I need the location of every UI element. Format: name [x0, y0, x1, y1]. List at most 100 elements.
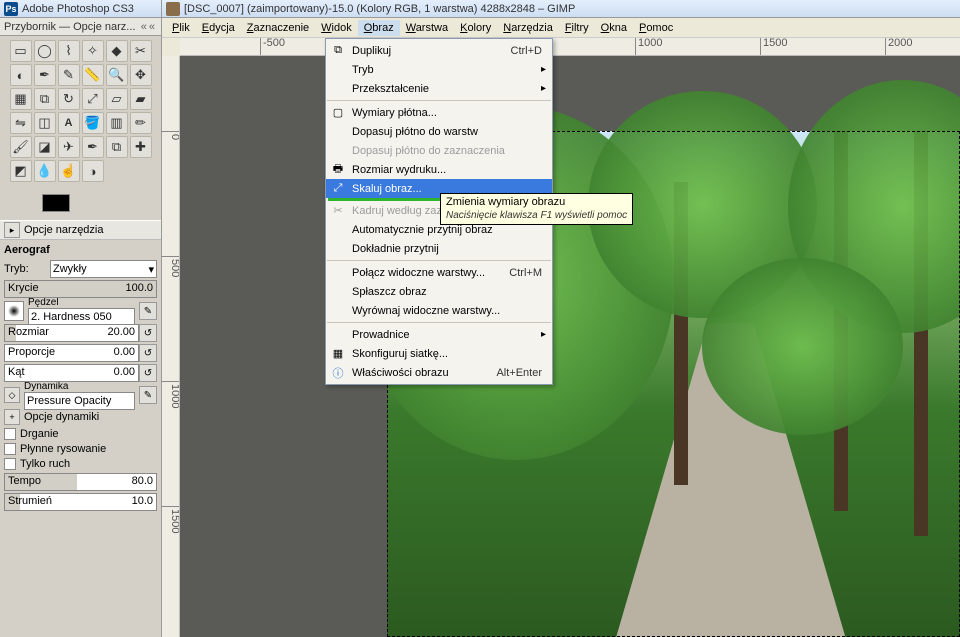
tool-perspective[interactable]: ▰: [130, 88, 152, 110]
tool-bucket[interactable]: 🪣: [82, 112, 104, 134]
options-title: Opcje narzędzia: [24, 224, 104, 236]
tool-gradient[interactable]: ▥: [106, 112, 128, 134]
tool-eraser[interactable]: ◪: [34, 136, 56, 158]
menu-duplikuj[interactable]: ⧉DuplikujCtrl+D: [326, 41, 552, 60]
tool-lasso[interactable]: ⌇: [58, 40, 80, 62]
tool-brush[interactable]: 🖌: [10, 136, 32, 158]
menu-wymiary-plotna[interactable]: ▢Wymiary płótna...: [326, 103, 552, 122]
ruler-horizontal[interactable]: -500 0 500 1000 1500 2000: [180, 38, 960, 56]
menu-kolory[interactable]: Kolory: [454, 20, 497, 36]
menu-tryb[interactable]: Tryb: [326, 60, 552, 79]
tool-foreground[interactable]: ◐: [10, 64, 32, 86]
crop-icon: ✂: [330, 203, 346, 219]
tool-perspective-clone[interactable]: ◩: [10, 160, 32, 182]
tool-measure[interactable]: 📏: [82, 64, 104, 86]
toolbox-menu-icon[interactable]: ««: [141, 21, 157, 33]
menu-rozmiar-wydruku[interactable]: 🖶Rozmiar wydruku...: [326, 160, 552, 179]
ruler-vertical[interactable]: 0 500 1000 1500: [162, 56, 180, 637]
scale-icon: ⤢: [330, 181, 346, 197]
dynamics-select[interactable]: Pressure Opacity: [24, 392, 135, 410]
tool-eyedropper[interactable]: ✎: [58, 64, 80, 86]
tool-shear[interactable]: ▱: [106, 88, 128, 110]
canvas[interactable]: [180, 56, 960, 637]
tool-paths[interactable]: ✒: [34, 64, 56, 86]
menu-okna[interactable]: Okna: [595, 20, 633, 36]
menu-widok[interactable]: Widok: [315, 20, 358, 36]
menu-warstwa[interactable]: Warstwa: [400, 20, 454, 36]
tool-blur[interactable]: 💧: [34, 160, 56, 182]
menu-dopasuj-zaznaczenie: Dopasuj płótno do zaznaczenia: [326, 141, 552, 160]
gimp-title: [DSC_0007] (zaimportowany)-15.0 (Kolory …: [184, 3, 575, 15]
dynamics-icon[interactable]: ◇: [4, 387, 20, 403]
menu-dopasuj-warstwy[interactable]: Dopasuj płótno do warstw: [326, 122, 552, 141]
gimp-logo-icon: [166, 2, 180, 16]
menu-filtry[interactable]: Filtry: [559, 20, 595, 36]
menubar[interactable]: Plik Edycja Zaznaczenie Widok Obraz Wars…: [162, 18, 960, 38]
angle-reset-button[interactable]: ↺: [139, 364, 157, 382]
mode-select[interactable]: Zwykły▾: [50, 260, 157, 278]
tool-airbrush[interactable]: ✈: [58, 136, 80, 158]
options-toggle-icon[interactable]: ▸: [4, 222, 20, 238]
mode-label: Tryb:: [4, 263, 50, 275]
tool-zoom[interactable]: 🔍: [106, 64, 128, 86]
tool-smudge[interactable]: ☝: [58, 160, 80, 182]
options-header[interactable]: ▸ Opcje narzędzia: [0, 220, 161, 240]
flow-slider[interactable]: 10.0 Strumień: [4, 493, 157, 511]
menu-splaszcz[interactable]: Spłaszcz obraz: [326, 282, 552, 301]
color-swatches[interactable]: [0, 186, 161, 220]
tool-scale[interactable]: ⤢: [82, 88, 104, 110]
menu-przeksztalcenie[interactable]: Przekształcenie: [326, 79, 552, 98]
menu-zealous-crop[interactable]: Dokładnie przytnij: [326, 239, 552, 258]
tool-rectselect[interactable]: ▭: [10, 40, 32, 62]
info-icon: ⓘ: [330, 365, 346, 381]
menu-wlasciwosci[interactable]: ⓘWłaściwości obrazuAlt+Enter: [326, 363, 552, 382]
tool-align[interactable]: ▦: [10, 88, 32, 110]
brush-edit-button[interactable]: ✎: [139, 302, 157, 320]
menu-siatka[interactable]: ▦Skonfiguruj siatkę...: [326, 344, 552, 363]
print-size-icon: 🖶: [330, 162, 346, 178]
tool-heal[interactable]: ✚: [130, 136, 152, 158]
tool-scissors[interactable]: ✂: [130, 40, 152, 62]
motion-checkbox[interactable]: [4, 458, 16, 470]
jitter-checkbox[interactable]: [4, 428, 16, 440]
menu-plik[interactable]: Plik: [166, 20, 196, 36]
tool-flip[interactable]: ⇋: [10, 112, 32, 134]
menu-edycja[interactable]: Edycja: [196, 20, 241, 36]
ratio-reset-button[interactable]: ↺: [139, 344, 157, 362]
tool-clone[interactable]: ⧉: [106, 136, 128, 158]
toolbox-titlebar[interactable]: Przybornik — Opcje narz... ««: [0, 18, 161, 36]
tool-dodge[interactable]: ◑: [82, 160, 104, 182]
tool-wand[interactable]: ✧: [82, 40, 104, 62]
tool-crop[interactable]: ⧉: [34, 88, 56, 110]
size-slider[interactable]: 20.00 Rozmiar: [4, 324, 139, 342]
menu-wyrownaj[interactable]: Wyrównaj widoczne warstwy...: [326, 301, 552, 320]
brush-select[interactable]: 2. Hardness 050: [28, 308, 135, 326]
brush-preview[interactable]: [4, 301, 24, 321]
menu-zaznaczenie[interactable]: Zaznaczenie: [241, 20, 315, 36]
smooth-checkbox[interactable]: [4, 443, 16, 455]
tool-cage[interactable]: ◫: [34, 112, 56, 134]
menu-prowadnice[interactable]: Prowadnice: [326, 325, 552, 344]
menu-pomoc[interactable]: Pomoc: [633, 20, 679, 36]
tool-text[interactable]: A: [58, 112, 80, 134]
menu-obraz[interactable]: Obraz: [358, 20, 400, 36]
tool-name: Aerograf: [4, 244, 157, 256]
tool-color-select[interactable]: ◆: [106, 40, 128, 62]
tool-ellipse[interactable]: ◯: [34, 40, 56, 62]
options-panel: Aerograf Tryb: Zwykły▾ 100.0 Krycie Pędz…: [0, 240, 161, 637]
menu-narzedzia[interactable]: Narzędzia: [497, 20, 559, 36]
toolbox-title: Przybornik — Opcje narz...: [4, 21, 135, 33]
dynamics-edit-button[interactable]: ✎: [139, 386, 157, 404]
opacity-slider[interactable]: 100.0 Krycie: [4, 280, 157, 298]
size-reset-button[interactable]: ↺: [139, 324, 157, 342]
tempo-slider[interactable]: 80.0 Tempo: [4, 473, 157, 491]
tool-ink[interactable]: ✒: [82, 136, 104, 158]
menu-polacz-warstwy[interactable]: Połącz widoczne warstwy...Ctrl+M: [326, 263, 552, 282]
gimp-titlebar: [DSC_0007] (zaimportowany)-15.0 (Kolory …: [162, 0, 960, 18]
tool-move[interactable]: ✥: [130, 64, 152, 86]
tool-rotate[interactable]: ↻: [58, 88, 80, 110]
ratio-slider[interactable]: 0.00 Proporcje: [4, 344, 139, 362]
dynamics-options-expander[interactable]: + Opcje dynamiki: [4, 409, 157, 425]
angle-slider[interactable]: 0.00 Kąt: [4, 364, 139, 382]
tool-pencil[interactable]: ✏: [130, 112, 152, 134]
